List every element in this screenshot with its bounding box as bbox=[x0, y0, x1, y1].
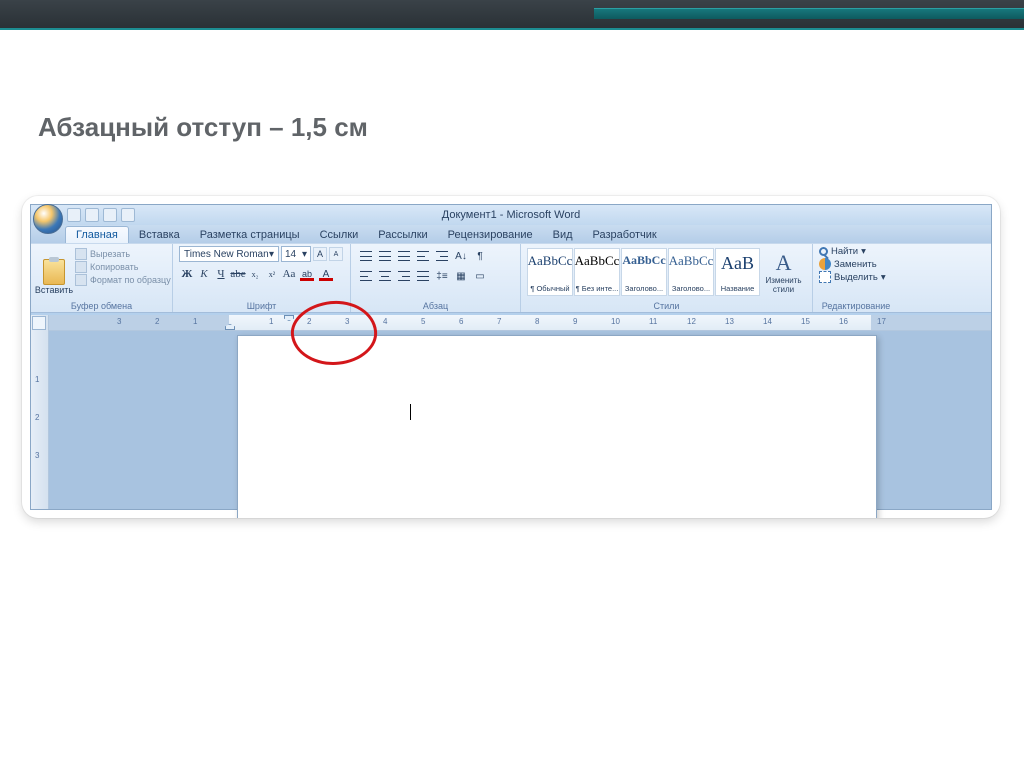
replace-icon bbox=[819, 258, 831, 270]
ruler-left-margin bbox=[49, 315, 229, 330]
line-spacing-button[interactable]: ‡≡ bbox=[433, 268, 451, 284]
select-button[interactable]: Выделить▾ bbox=[819, 271, 893, 283]
find-icon bbox=[819, 247, 828, 256]
replace-button[interactable]: Заменить bbox=[819, 258, 893, 270]
style-nospacing[interactable]: AaBbCc ¶ Без инте... bbox=[574, 248, 620, 296]
grow-font-button[interactable]: A bbox=[313, 247, 327, 261]
font-size-dropdown[interactable]: 14▾ bbox=[281, 246, 311, 262]
highlight-button[interactable]: ab bbox=[298, 266, 316, 282]
decrease-indent-button[interactable] bbox=[414, 248, 432, 264]
ribbon: Вставить Вырезать Копировать Формат по о… bbox=[31, 243, 991, 313]
group-label-font: Шрифт bbox=[173, 301, 350, 311]
tab-selector[interactable] bbox=[32, 316, 46, 330]
style-gallery[interactable]: AaBbCc ¶ Обычный AaBbCc ¶ Без инте... Aa… bbox=[527, 248, 806, 296]
tab-developer[interactable]: Разработчик bbox=[583, 227, 667, 243]
shrink-font-button[interactable]: A bbox=[329, 247, 343, 261]
sort-button[interactable]: A↓ bbox=[452, 248, 470, 264]
tab-insert[interactable]: Вставка bbox=[129, 227, 190, 243]
style-heading2[interactable]: AaBbCc Заголово... bbox=[668, 248, 714, 296]
superscript-button[interactable]: x² bbox=[264, 266, 280, 282]
qat-undo[interactable] bbox=[85, 208, 99, 222]
text-cursor bbox=[410, 404, 411, 420]
format-painter-button[interactable]: Формат по образцу bbox=[75, 274, 171, 286]
change-case-button[interactable]: Aa bbox=[281, 266, 297, 282]
qat-redo[interactable] bbox=[103, 208, 117, 222]
tab-view[interactable]: Вид bbox=[543, 227, 583, 243]
align-left-button[interactable] bbox=[357, 268, 375, 284]
group-label-styles: Стили bbox=[521, 301, 812, 311]
bold-button[interactable]: Ж bbox=[179, 266, 195, 282]
align-justify-button[interactable] bbox=[414, 268, 432, 284]
chevron-down-icon: ▾ bbox=[881, 272, 886, 283]
subscript-button[interactable]: x₂ bbox=[247, 266, 263, 282]
group-font: Times New Roman▾ 14▾ A A Ж К Ч abe x₂ x²… bbox=[173, 244, 351, 312]
align-right-button[interactable] bbox=[395, 268, 413, 284]
pilcrow-button[interactable]: ¶ bbox=[471, 248, 489, 264]
group-styles: AaBbCc ¶ Обычный AaBbCc ¶ Без инте... Aa… bbox=[521, 244, 813, 312]
group-paragraph: A↓ ¶ ‡≡ ▦ ▭ Абзац bbox=[351, 244, 521, 312]
brush-icon bbox=[75, 274, 87, 286]
slide-top-bar bbox=[0, 0, 1024, 30]
paste-button[interactable]: Вставить bbox=[37, 246, 71, 296]
document-page[interactable] bbox=[237, 335, 877, 518]
increase-indent-button[interactable] bbox=[433, 248, 451, 264]
multilevel-list-button[interactable] bbox=[395, 248, 413, 264]
tab-home[interactable]: Главная bbox=[65, 226, 129, 243]
number-list-button[interactable] bbox=[376, 248, 394, 264]
tab-references[interactable]: Ссылки bbox=[310, 227, 369, 243]
paste-label: Вставить bbox=[35, 285, 73, 295]
tab-review[interactable]: Рецензирование bbox=[438, 227, 543, 243]
change-styles-button[interactable]: A Изменить стили bbox=[761, 248, 806, 296]
chevron-down-icon: ▾ bbox=[861, 246, 866, 257]
qat-save[interactable] bbox=[67, 208, 81, 222]
font-name-dropdown[interactable]: Times New Roman▾ bbox=[179, 246, 279, 262]
select-icon bbox=[819, 271, 831, 283]
ruler-right-margin bbox=[871, 315, 991, 330]
strike-button[interactable]: abe bbox=[230, 266, 246, 282]
horizontal-ruler[interactable]: 3 2 1 1 2 3 4 5 6 7 8 9 10 11 12 13 14 bbox=[49, 315, 991, 331]
qat-more[interactable] bbox=[121, 208, 135, 222]
quick-access-toolbar bbox=[67, 208, 135, 222]
align-center-button[interactable] bbox=[376, 268, 394, 284]
tab-layout[interactable]: Разметка страницы bbox=[190, 227, 310, 243]
styles-icon: A bbox=[776, 250, 792, 276]
word-window: Документ1 - Microsoft Word Главная Встав… bbox=[30, 204, 992, 510]
document-area: 1 2 3 3 2 1 1 2 3 4 5 bbox=[31, 315, 991, 509]
style-title[interactable]: AaB Название bbox=[715, 248, 760, 296]
group-label-paragraph: Абзац bbox=[351, 301, 520, 311]
titlebar: Документ1 - Microsoft Word bbox=[31, 205, 991, 225]
copy-button[interactable]: Копировать bbox=[75, 261, 171, 273]
slide-heading: Абзацный отступ – 1,5 см bbox=[38, 112, 1024, 143]
group-label-clipboard: Буфер обмена bbox=[31, 301, 172, 311]
first-line-indent-marker[interactable] bbox=[284, 315, 294, 321]
group-label-editing: Редактирование bbox=[813, 301, 899, 311]
chevron-down-icon: ▾ bbox=[302, 249, 307, 260]
clipboard-icon bbox=[43, 259, 65, 285]
tab-mailings[interactable]: Рассылки bbox=[368, 227, 437, 243]
italic-button[interactable]: К bbox=[196, 266, 212, 282]
word-screenshot: Документ1 - Microsoft Word Главная Встав… bbox=[22, 196, 1000, 518]
shading-button[interactable]: ▦ bbox=[452, 268, 470, 284]
style-normal[interactable]: AaBbCc ¶ Обычный bbox=[527, 248, 573, 296]
scissors-icon bbox=[75, 248, 87, 260]
ribbon-tabs: Главная Вставка Разметка страницы Ссылки… bbox=[31, 225, 991, 243]
borders-button[interactable]: ▭ bbox=[471, 268, 489, 284]
chevron-down-icon: ▾ bbox=[269, 249, 274, 260]
font-color-button[interactable]: A bbox=[317, 266, 335, 282]
copy-icon bbox=[75, 261, 87, 273]
bullet-list-button[interactable] bbox=[357, 248, 375, 264]
group-clipboard: Вставить Вырезать Копировать Формат по о… bbox=[31, 244, 173, 312]
group-editing: Найти▾ Заменить Выделить▾ Редактирование bbox=[813, 244, 899, 312]
window-title: Документ1 - Microsoft Word bbox=[442, 209, 580, 221]
find-button[interactable]: Найти▾ bbox=[819, 246, 893, 257]
cut-button[interactable]: Вырезать bbox=[75, 248, 171, 260]
vertical-ruler[interactable]: 1 2 3 bbox=[31, 315, 49, 509]
style-heading1[interactable]: AaBbCc Заголово... bbox=[621, 248, 667, 296]
underline-button[interactable]: Ч bbox=[213, 266, 229, 282]
office-button[interactable] bbox=[33, 204, 63, 234]
